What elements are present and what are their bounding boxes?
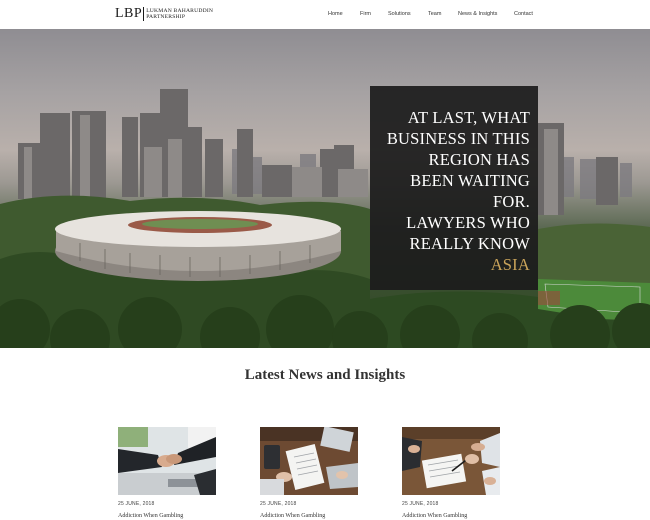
news-section-title: Latest News and Insights <box>244 367 406 383</box>
hero-line: BEEN WAITING <box>410 171 530 190</box>
hero-line: AT LAST, WHAT <box>407 108 530 127</box>
news-card-title[interactable]: Addiction When Gambling <box>118 513 218 519</box>
nav-team[interactable]: Team <box>428 11 441 17</box>
nav-news-insights[interactable]: News & Insights <box>458 11 497 17</box>
nav-solutions[interactable]: Solutions <box>388 11 411 17</box>
signing-contract-photo <box>402 427 500 495</box>
hero-line: BUSINESS IN THIS <box>386 129 530 148</box>
main-nav: Home Firm Solutions Team News & Insights… <box>0 11 650 19</box>
nav-contact[interactable]: Contact <box>514 11 533 17</box>
news-card[interactable]: 25 JUNE, 2018 Addiction When Gambling <box>118 427 218 519</box>
news-card-date: 25 JUNE, 2018 <box>402 501 439 507</box>
site-header: LBP LUKMAN BAHARUDDIN PARTNERSHIP Home F… <box>0 0 650 29</box>
hero-line: REALLY KNOW <box>409 234 530 253</box>
news-card-date: 25 JUNE, 2018 <box>260 501 297 507</box>
news-card-date: 25 JUNE, 2018 <box>118 501 155 507</box>
desk-documents-photo <box>260 427 358 495</box>
handshake-photo <box>118 427 216 495</box>
nav-home[interactable]: Home <box>328 11 343 17</box>
hero-banner: AT LAST, WHAT BUSINESS IN THIS REGION HA… <box>0 29 650 348</box>
news-card-image[interactable] <box>402 427 500 495</box>
hero-headline-box: AT LAST, WHAT BUSINESS IN THIS REGION HA… <box>370 86 538 290</box>
hero-line: LAWYERS WHO <box>406 213 530 232</box>
hero-line: FOR. <box>492 192 530 211</box>
news-card-image[interactable] <box>118 427 216 495</box>
hero-accent-word: ASIA <box>490 255 530 274</box>
news-card-title[interactable]: Addiction When Gambling <box>260 513 360 519</box>
hero-city-image <box>0 89 650 348</box>
hero-line: REGION HAS <box>428 150 530 169</box>
news-card-image[interactable] <box>260 427 358 495</box>
news-card[interactable]: 25 JUNE, 2018 Addiction When Gambling <box>402 427 502 519</box>
nav-firm[interactable]: Firm <box>360 11 371 17</box>
news-card-title[interactable]: Addiction When Gambling <box>402 513 502 519</box>
news-card[interactable]: 25 JUNE, 2018 Addiction When Gambling <box>260 427 360 519</box>
